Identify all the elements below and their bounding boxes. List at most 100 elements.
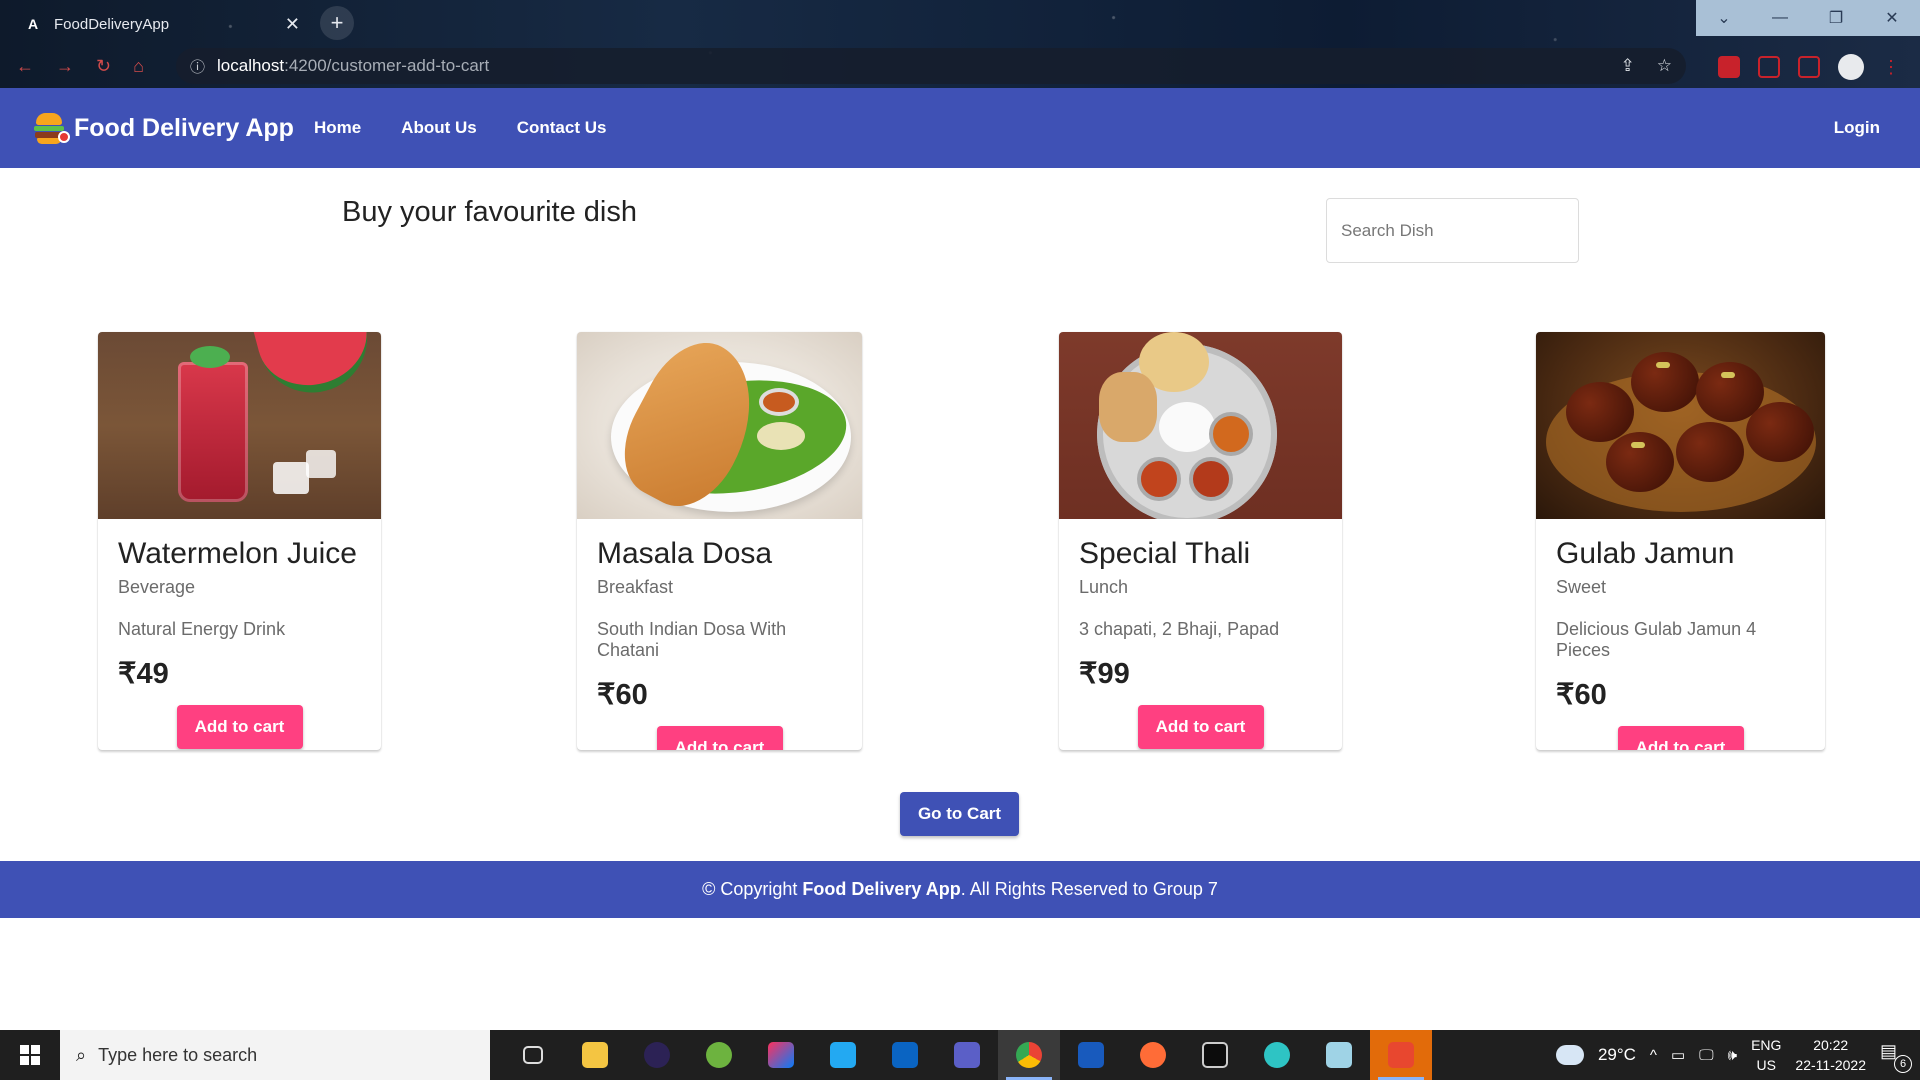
taskbar-search-placeholder: Type here to search bbox=[98, 1044, 258, 1065]
special-thali-image bbox=[1059, 332, 1342, 519]
gulab-jamun-image bbox=[1536, 332, 1825, 519]
window-controls: ⌄ — ❐ ✕ bbox=[1696, 0, 1920, 36]
region-code: US bbox=[1756, 1057, 1776, 1073]
indesign-icon[interactable] bbox=[1370, 1030, 1432, 1080]
dish-description: South Indian Dosa With Chatani bbox=[597, 619, 787, 660]
vscode-icon[interactable] bbox=[812, 1030, 874, 1080]
volume-icon[interactable]: 🕪 bbox=[1728, 1047, 1737, 1064]
share-icon[interactable]: ⇪ bbox=[1621, 56, 1635, 76]
terminal-icon[interactable] bbox=[1184, 1030, 1246, 1080]
app-icon[interactable] bbox=[1246, 1030, 1308, 1080]
footer-copyright-prefix: © Copyright bbox=[702, 879, 803, 899]
footer: © Copyright Food Delivery App . All Righ… bbox=[0, 861, 1920, 918]
dish-category: Breakfast bbox=[597, 577, 674, 597]
tab-search-icon[interactable]: ⌄ bbox=[1696, 0, 1752, 36]
task-view-icon[interactable] bbox=[502, 1030, 564, 1080]
system-tray: 29°C ^ ▭ 🖵 🕪 ENG US 20:22 22-11-2022 ▤ 6 bbox=[1555, 1035, 1920, 1075]
word-icon[interactable] bbox=[1060, 1030, 1122, 1080]
clock-time: 20:22 bbox=[1813, 1037, 1849, 1053]
search-icon: ⌕ bbox=[76, 1044, 87, 1065]
close-window-icon[interactable]: ✕ bbox=[1864, 0, 1920, 36]
bookmark-star-icon[interactable]: ☆ bbox=[1657, 56, 1672, 76]
dish-card: Watermelon Juice Beverage Natural Energy… bbox=[98, 332, 381, 750]
taskbar-search-box[interactable]: ⌕ Type here to search bbox=[60, 1030, 490, 1080]
dish-price: ₹99 bbox=[1079, 658, 1130, 690]
dish-description: Delicious Gulab Jamun 4 Pieces bbox=[1556, 619, 1757, 660]
back-icon[interactable]: ← bbox=[16, 56, 34, 77]
extensions-area: ⋮ bbox=[1718, 54, 1900, 80]
dish-name: Gulab Jamun bbox=[1556, 537, 1735, 570]
dish-card: Gulab Jamun Sweet Delicious Gulab Jamun … bbox=[1536, 332, 1825, 750]
nav-contact-link[interactable]: Contact Us bbox=[517, 118, 607, 138]
angular-favicon-icon: A bbox=[28, 16, 39, 32]
file-explorer-icon[interactable] bbox=[564, 1030, 626, 1080]
add-to-cart-button[interactable]: Add to cart bbox=[1137, 705, 1264, 749]
footer-brand: Food Delivery App bbox=[802, 879, 961, 899]
search-dish-input[interactable] bbox=[1326, 198, 1579, 263]
dish-category: Sweet bbox=[1556, 577, 1607, 597]
go-to-cart-button[interactable]: Go to Cart bbox=[900, 792, 1019, 836]
browser-menu-icon[interactable]: ⋮ bbox=[1882, 57, 1900, 78]
app-navbar: Food Delivery App Home About Us Contact … bbox=[0, 88, 1920, 168]
reload-icon[interactable]: ↻ bbox=[96, 56, 111, 77]
dish-description: Natural Energy Drink bbox=[118, 619, 286, 639]
dish-price: ₹60 bbox=[1556, 679, 1607, 711]
dish-price: ₹60 bbox=[597, 679, 648, 711]
language-indicator[interactable]: ENG US bbox=[1751, 1035, 1781, 1075]
dish-card: Masala Dosa Breakfast South Indian Dosa … bbox=[577, 332, 862, 750]
tab-title: FoodDeliveryApp bbox=[54, 15, 170, 33]
outlook-icon[interactable] bbox=[874, 1030, 936, 1080]
lang-code: ENG bbox=[1751, 1037, 1782, 1053]
battery-icon[interactable]: ▭ bbox=[1671, 1046, 1685, 1064]
add-to-cart-button[interactable]: Add to cart bbox=[1617, 726, 1744, 750]
url-text[interactable]: localhost:4200/customer-add-to-cart bbox=[217, 56, 489, 76]
clock[interactable]: 20:22 22-11-2022 bbox=[1795, 1035, 1866, 1075]
new-tab-button[interactable]: + bbox=[320, 6, 354, 40]
forward-icon[interactable]: → bbox=[56, 56, 74, 77]
home-icon[interactable]: ⌂ bbox=[133, 56, 144, 77]
site-info-icon[interactable]: ⓘ bbox=[190, 56, 205, 77]
nav-about-link[interactable]: About Us bbox=[401, 118, 477, 138]
notepad-icon[interactable] bbox=[1308, 1030, 1370, 1080]
add-to-cart-button[interactable]: Add to cart bbox=[656, 726, 783, 750]
add-to-cart-button[interactable]: Add to cart bbox=[176, 705, 303, 749]
postman-icon[interactable] bbox=[1122, 1030, 1184, 1080]
nav-links: Home About Us Contact Us bbox=[314, 118, 607, 138]
login-link[interactable]: Login bbox=[1834, 118, 1880, 138]
teams-icon[interactable] bbox=[936, 1030, 998, 1080]
weather-cloud-icon[interactable] bbox=[1555, 1045, 1584, 1065]
browser-tab[interactable]: A FoodDeliveryApp ✕ bbox=[16, 6, 312, 42]
brand[interactable]: Food Delivery App bbox=[34, 111, 294, 145]
restore-icon[interactable]: ❐ bbox=[1808, 0, 1864, 36]
notification-center-icon[interactable]: ▤ 6 bbox=[1880, 1041, 1912, 1073]
spring-tool-icon[interactable] bbox=[688, 1030, 750, 1080]
browser-nav-buttons: ← → ↻ ⌂ bbox=[0, 56, 144, 77]
extension-icon[interactable] bbox=[1798, 56, 1820, 78]
intellij-icon[interactable] bbox=[750, 1030, 812, 1080]
windows-logo-icon bbox=[20, 1045, 40, 1065]
close-tab-icon[interactable]: ✕ bbox=[285, 14, 300, 35]
temperature[interactable]: 29°C bbox=[1598, 1045, 1636, 1065]
eclipse-icon[interactable] bbox=[626, 1030, 688, 1080]
extension-icon[interactable] bbox=[1718, 56, 1740, 78]
start-button[interactable] bbox=[0, 1030, 60, 1080]
profile-avatar-icon[interactable] bbox=[1838, 54, 1864, 80]
taskbar-apps bbox=[502, 1030, 1432, 1080]
extension-icon[interactable] bbox=[1758, 56, 1780, 78]
dish-card: Special Thali Lunch 3 chapati, 2 Bhaji, … bbox=[1059, 332, 1342, 750]
brand-name: Food Delivery App bbox=[74, 113, 294, 142]
minimize-icon[interactable]: — bbox=[1752, 0, 1808, 36]
show-hidden-icons-icon[interactable]: ^ bbox=[1650, 1047, 1657, 1064]
chrome-icon[interactable] bbox=[998, 1030, 1060, 1080]
network-icon[interactable]: 🖵 bbox=[1699, 1047, 1713, 1064]
dish-category: Beverage bbox=[118, 577, 196, 597]
browser-chrome: A FoodDeliveryApp ✕ + ⌄ — ❐ ✕ ← → ↻ ⌂ ⓘ … bbox=[0, 0, 1920, 88]
burger-logo-icon bbox=[34, 111, 70, 145]
url-host: localhost bbox=[217, 56, 285, 75]
address-bar[interactable]: ⓘ localhost:4200/customer-add-to-cart ⇪ … bbox=[176, 48, 1686, 84]
nav-home-link[interactable]: Home bbox=[314, 118, 361, 138]
notification-count: 6 bbox=[1894, 1055, 1912, 1073]
masala-dosa-image bbox=[577, 332, 862, 519]
dish-name: Masala Dosa bbox=[597, 537, 773, 570]
dish-price: ₹49 bbox=[118, 658, 169, 690]
